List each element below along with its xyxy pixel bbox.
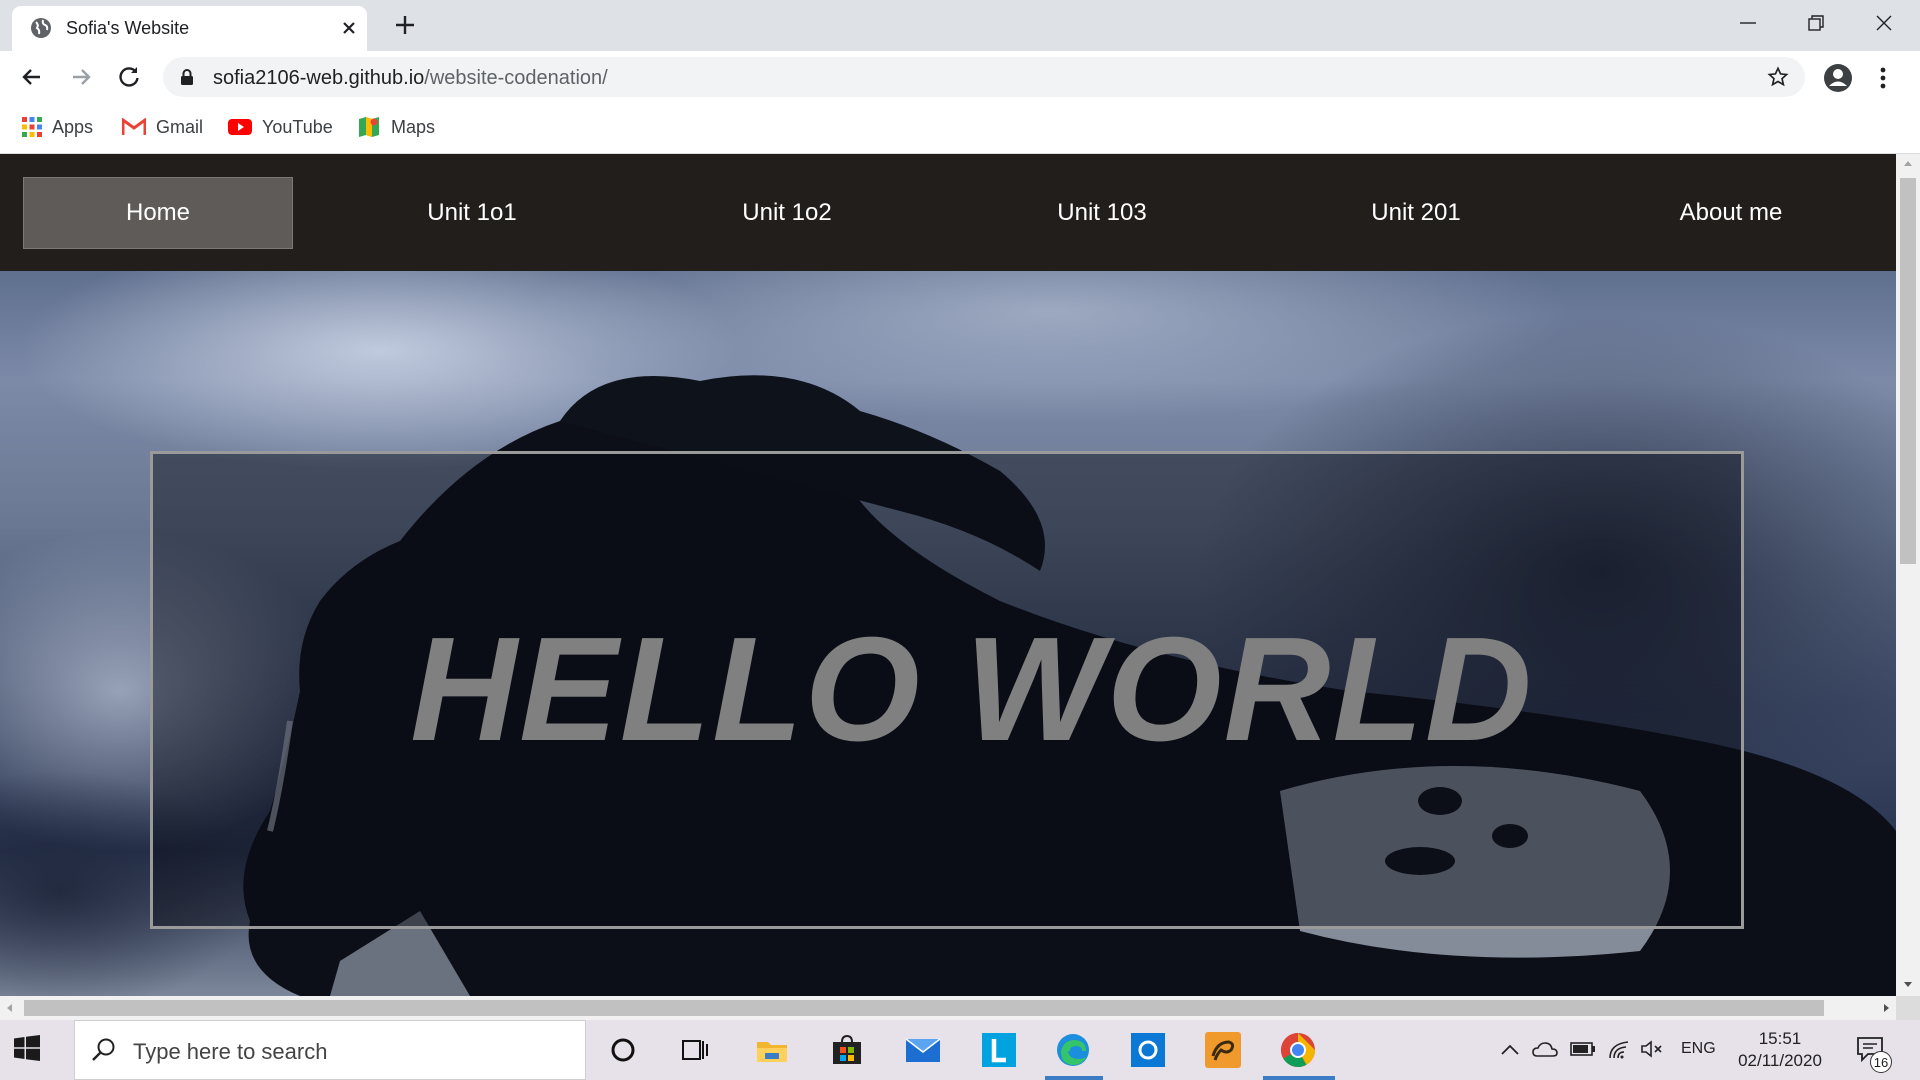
microsoft-store-button[interactable]	[827, 1030, 867, 1070]
globe-icon	[31, 18, 51, 38]
minimize-icon	[1740, 22, 1756, 24]
scrollbar-corner	[1896, 996, 1920, 1020]
browser-tab[interactable]: Sofia's Website	[12, 6, 367, 51]
url-host: sofia2106-web.github.io	[213, 67, 425, 89]
youtube-icon	[228, 119, 252, 135]
clock-date: 02/11/2020	[1738, 1051, 1822, 1070]
minimize-button[interactable]	[1728, 8, 1768, 38]
more-menu-icon[interactable]	[1873, 63, 1893, 93]
bookmark-apps[interactable]: Apps	[22, 114, 93, 140]
taskbar-clock[interactable]: 15:51 02/11/2020	[1730, 1028, 1830, 1072]
outlook-button[interactable]	[1128, 1030, 1168, 1070]
hello-world-banner: HELLO WORLD	[150, 451, 1744, 929]
tab-title: Sofia's Website	[66, 18, 190, 38]
bookmark-label: Maps	[391, 116, 436, 137]
nav-unit-1o1[interactable]: Unit 1o1	[337, 177, 607, 249]
nav-unit-1o2[interactable]: Unit 1o2	[652, 177, 922, 249]
cortana-button[interactable]	[603, 1030, 643, 1070]
language-indicator[interactable]: ENG	[1681, 1040, 1716, 1058]
maps-icon	[359, 117, 379, 137]
vertical-scrollbar[interactable]	[1896, 154, 1920, 996]
address-bar[interactable]: sofia2106-web.github.io/website-codenati…	[163, 57, 1805, 97]
forward-arrow-icon[interactable]	[67, 63, 95, 91]
horizontal-scroll-thumb[interactable]	[24, 1000, 1824, 1016]
bookmark-label: YouTube	[262, 116, 333, 137]
clock-time: 15:51	[1758, 1029, 1802, 1048]
search-placeholder: Type here to search	[133, 1039, 328, 1064]
volume-muted-icon[interactable]	[1640, 1040, 1664, 1058]
nav-home[interactable]: Home	[23, 177, 293, 249]
browser-toolbar: sofia2106-web.github.io/website-codenati…	[0, 51, 1920, 102]
mail-icon	[905, 1038, 941, 1062]
action-center-button[interactable]: 16	[1856, 1036, 1896, 1073]
nav-unit-201[interactable]: Unit 201	[1281, 177, 1551, 249]
mail-button[interactable]	[903, 1030, 943, 1070]
apps-grid-icon	[22, 117, 42, 137]
close-tab-icon[interactable]	[338, 17, 360, 39]
bookmark-youtube[interactable]: YouTube	[228, 114, 333, 140]
hero-heading: HELLO WORLD	[410, 607, 1534, 772]
bookmark-gmail[interactable]: Gmail	[122, 114, 203, 140]
microsoft-store-icon	[833, 1034, 861, 1064]
outlook-icon	[1131, 1033, 1165, 1067]
battery-icon[interactable]	[1570, 1042, 1596, 1056]
edge-running-indicator	[1045, 1076, 1103, 1080]
scroll-down-icon[interactable]	[1896, 974, 1920, 994]
window-close-button[interactable]	[1864, 8, 1904, 38]
paint-app-icon	[1205, 1032, 1241, 1068]
bookmark-maps[interactable]: Maps	[357, 114, 435, 140]
onedrive-icon[interactable]	[1532, 1040, 1558, 1058]
file-explorer-button[interactable]	[752, 1030, 792, 1070]
scroll-left-icon[interactable]	[0, 996, 20, 1020]
bookmark-star-icon[interactable]	[1767, 66, 1789, 88]
reload-icon[interactable]	[115, 63, 143, 91]
window-close-icon	[1876, 15, 1892, 31]
scroll-right-icon[interactable]	[1876, 996, 1896, 1020]
url-text: sofia2106-web.github.io/website-codenati…	[213, 67, 608, 90]
cortana-icon	[611, 1038, 635, 1062]
windows-taskbar: Type here to search ENG 15:51 02/11/2020…	[0, 1020, 1920, 1080]
paint-app-button[interactable]	[1203, 1030, 1243, 1070]
show-hidden-icons-icon[interactable]	[1500, 1042, 1520, 1058]
restore-icon	[1808, 15, 1824, 31]
horizontal-scrollbar[interactable]	[0, 996, 1896, 1020]
notification-count-badge: 16	[1870, 1051, 1892, 1073]
new-tab-icon[interactable]	[392, 12, 418, 38]
chrome-button[interactable]	[1278, 1030, 1318, 1070]
url-path: /website-codenation/	[424, 67, 608, 89]
windows-start-icon[interactable]	[14, 1035, 40, 1061]
edge-button[interactable]	[1053, 1030, 1093, 1070]
l-app-button[interactable]	[979, 1030, 1019, 1070]
profile-avatar-icon[interactable]	[1823, 63, 1853, 93]
browser-tab-strip: Sofia's Website	[0, 0, 1920, 51]
back-arrow-icon[interactable]	[18, 63, 46, 91]
task-view-button[interactable]	[675, 1030, 715, 1070]
wifi-icon[interactable]	[1608, 1038, 1632, 1060]
chrome-icon	[1281, 1033, 1315, 1067]
chrome-active-indicator	[1263, 1076, 1335, 1080]
scroll-up-icon[interactable]	[1896, 154, 1920, 174]
lock-icon[interactable]	[180, 68, 194, 86]
search-icon	[92, 1038, 115, 1061]
nav-unit-103[interactable]: Unit 103	[967, 177, 1237, 249]
bookmark-label: Gmail	[156, 116, 204, 137]
vertical-scroll-thumb[interactable]	[1900, 178, 1916, 564]
file-explorer-icon	[757, 1042, 787, 1062]
gmail-icon	[122, 118, 146, 135]
nav-about-me[interactable]: About me	[1596, 177, 1866, 249]
hero-section: HELLO WORLD	[0, 271, 1896, 996]
taskbar-search-box[interactable]: Type here to search	[74, 1020, 586, 1080]
task-view-icon	[682, 1040, 708, 1060]
bookmark-label: Apps	[52, 116, 94, 137]
bookmarks-bar: Apps Gmail YouTube Maps	[0, 102, 1920, 154]
edge-icon	[1057, 1034, 1089, 1066]
l-app-icon	[982, 1033, 1016, 1067]
restore-button[interactable]	[1796, 8, 1836, 38]
site-navigation: Home Unit 1o1 Unit 1o2 Unit 103 Unit 201…	[0, 154, 1896, 271]
web-page-viewport: Home Unit 1o1 Unit 1o2 Unit 103 Unit 201…	[0, 154, 1896, 996]
